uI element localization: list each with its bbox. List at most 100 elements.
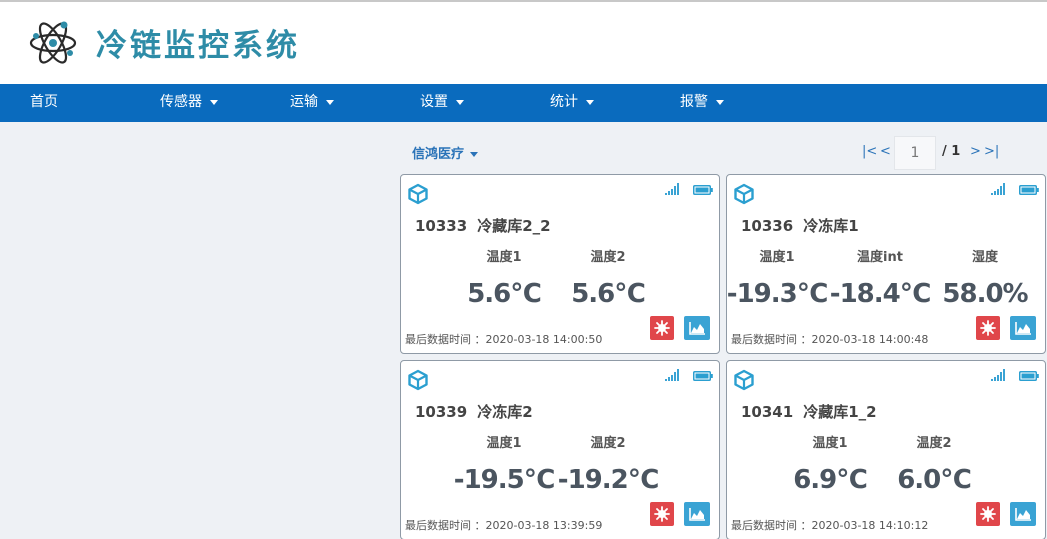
sensor-value: -19.5℃ — [453, 465, 555, 495]
sensor-reading: 温度2 -19.2℃ — [556, 433, 660, 495]
sensor-label: 温度2 — [590, 250, 626, 265]
device-name: 冷冻库2 — [477, 403, 533, 421]
sensor-value: 58.0% — [942, 279, 1028, 309]
device-card: 10336 冷冻库1 温度1 -19.3℃ 温度int -18.4℃ 湿度 58.0% 最后数据… — [726, 174, 1046, 354]
sensor-label: 温度1 — [486, 250, 522, 265]
device-name: 冷藏库1_2 — [803, 403, 877, 421]
org-selector[interactable]: 信鸿医疗 — [412, 143, 479, 162]
sensor-value: 6.0℃ — [897, 465, 972, 495]
last-time-value: 2020-03-18 13:39:59 — [485, 519, 603, 532]
device-id: 10336 — [741, 217, 794, 235]
sensor-label: 温度1 — [759, 250, 795, 265]
org-selected: 信鸿医疗 — [412, 147, 465, 162]
sensor-value: 5.6℃ — [571, 279, 646, 309]
sensor-label: 温度1 — [486, 436, 522, 451]
device-card: 10341 冷藏库1_2 温度1 6.9℃ 温度2 6.0℃ 最后数据时间 ：2020-03… — [726, 360, 1046, 539]
nav-item-settings[interactable]: 设置 — [420, 84, 464, 122]
sensor-value: -19.3℃ — [726, 279, 828, 309]
device-id: 10333 — [415, 217, 468, 235]
prev-page-button[interactable]: < — [880, 144, 891, 159]
nav-item-alarms[interactable]: 报警 — [680, 84, 724, 122]
alarm-button[interactable] — [976, 316, 1000, 340]
chart-icon — [689, 322, 705, 335]
sensor-reading: 温度2 5.6℃ — [556, 247, 660, 309]
battery-icon — [693, 185, 713, 195]
first-page-button[interactable]: |< — [862, 144, 877, 159]
caret-down-icon — [326, 99, 334, 105]
next-page-button[interactable]: > — [970, 144, 981, 159]
signal-icon — [665, 369, 679, 381]
sensor-reading: 温度1 6.9℃ — [778, 433, 882, 495]
battery-icon — [693, 371, 713, 381]
last-data-time: 最后数据时间 ：2020-03-18 14:10:12 — [731, 517, 928, 533]
signal-icon — [991, 369, 1005, 381]
alarm-icon — [980, 320, 996, 336]
chart-icon — [1015, 322, 1031, 335]
device-name: 冷藏库2_2 — [477, 217, 551, 235]
page-total: / 1 — [942, 144, 961, 159]
last-time-value: 2020-03-18 14:10:12 — [811, 519, 929, 532]
nav-item-home[interactable]: 首页 — [30, 84, 58, 122]
caret-down-icon — [586, 99, 594, 105]
nav-label: 统计 — [550, 94, 578, 110]
page-number-input[interactable] — [894, 136, 936, 170]
cube-icon — [734, 183, 754, 205]
cube-icon — [408, 369, 428, 391]
nav-label: 报警 — [680, 94, 708, 110]
chart-button[interactable] — [1010, 316, 1036, 340]
chart-button[interactable] — [1010, 502, 1036, 526]
sensor-reading: 温度1 -19.5℃ — [452, 433, 556, 495]
nav-label: 设置 — [420, 94, 448, 110]
caret-down-icon — [210, 99, 218, 105]
header: 冷链监控系统 — [0, 2, 1047, 84]
caret-down-icon — [470, 152, 479, 157]
battery-icon — [1019, 185, 1039, 195]
caret-down-icon — [456, 99, 464, 105]
last-time-value: 2020-03-18 14:00:50 — [485, 333, 603, 346]
device-title: 10341 冷藏库1_2 — [741, 401, 877, 422]
sensor-value: -18.4℃ — [829, 279, 931, 309]
sensor-value: -19.2℃ — [557, 465, 659, 495]
alarm-button[interactable] — [650, 502, 674, 526]
alarm-button[interactable] — [650, 316, 674, 340]
sensor-label: 温度2 — [590, 436, 626, 451]
cube-icon — [734, 369, 754, 391]
last-time-label: 最后数据时间 ： — [731, 333, 812, 346]
sensor-label: 温度1 — [812, 436, 848, 451]
last-time-label: 最后数据时间 ： — [405, 333, 486, 346]
sensor-label: 温度int — [857, 250, 903, 265]
app-title: 冷链监控系统 — [96, 28, 300, 64]
nav-label: 运输 — [290, 94, 318, 110]
atom-logo-icon — [29, 21, 77, 64]
signal-icon — [665, 183, 679, 195]
battery-icon — [1019, 371, 1039, 381]
last-time-value: 2020-03-18 14:00:48 — [811, 333, 929, 346]
chart-button[interactable] — [684, 502, 710, 526]
alarm-icon — [654, 320, 670, 336]
last-data-time: 最后数据时间 ：2020-03-18 13:39:59 — [405, 517, 602, 533]
device-name: 冷冻库1 — [803, 217, 859, 235]
nav-item-transport[interactable]: 运输 — [290, 84, 334, 122]
last-time-label: 最后数据时间 ： — [405, 519, 486, 532]
cube-icon — [408, 183, 428, 205]
chart-icon — [689, 508, 705, 521]
chart-icon — [1015, 508, 1031, 521]
sensor-reading: 温度1 -19.3℃ — [722, 247, 832, 309]
chart-button[interactable] — [684, 316, 710, 340]
last-page-button[interactable]: >| — [984, 144, 999, 159]
alarm-button[interactable] — [976, 502, 1000, 526]
sensor-reading: 温度int -18.4℃ — [825, 247, 935, 309]
last-time-label: 最后数据时间 ： — [731, 519, 812, 532]
nav-label: 首页 — [30, 94, 58, 110]
sensor-reading: 温度1 5.6℃ — [452, 247, 556, 309]
last-data-time: 最后数据时间 ：2020-03-18 14:00:48 — [731, 331, 928, 347]
alarm-icon — [654, 506, 670, 522]
sensor-value: 6.9℃ — [793, 465, 868, 495]
caret-down-icon — [716, 99, 724, 105]
device-card: 10339 冷冻库2 温度1 -19.5℃ 温度2 -19.2℃ 最后数据时间 ：2020-… — [400, 360, 720, 539]
nav-item-sensors[interactable]: 传感器 — [160, 84, 218, 122]
nav-item-statistics[interactable]: 统计 — [550, 84, 594, 122]
sensor-reading: 温度2 6.0℃ — [882, 433, 986, 495]
device-id: 10341 — [741, 403, 794, 421]
signal-icon — [991, 183, 1005, 195]
